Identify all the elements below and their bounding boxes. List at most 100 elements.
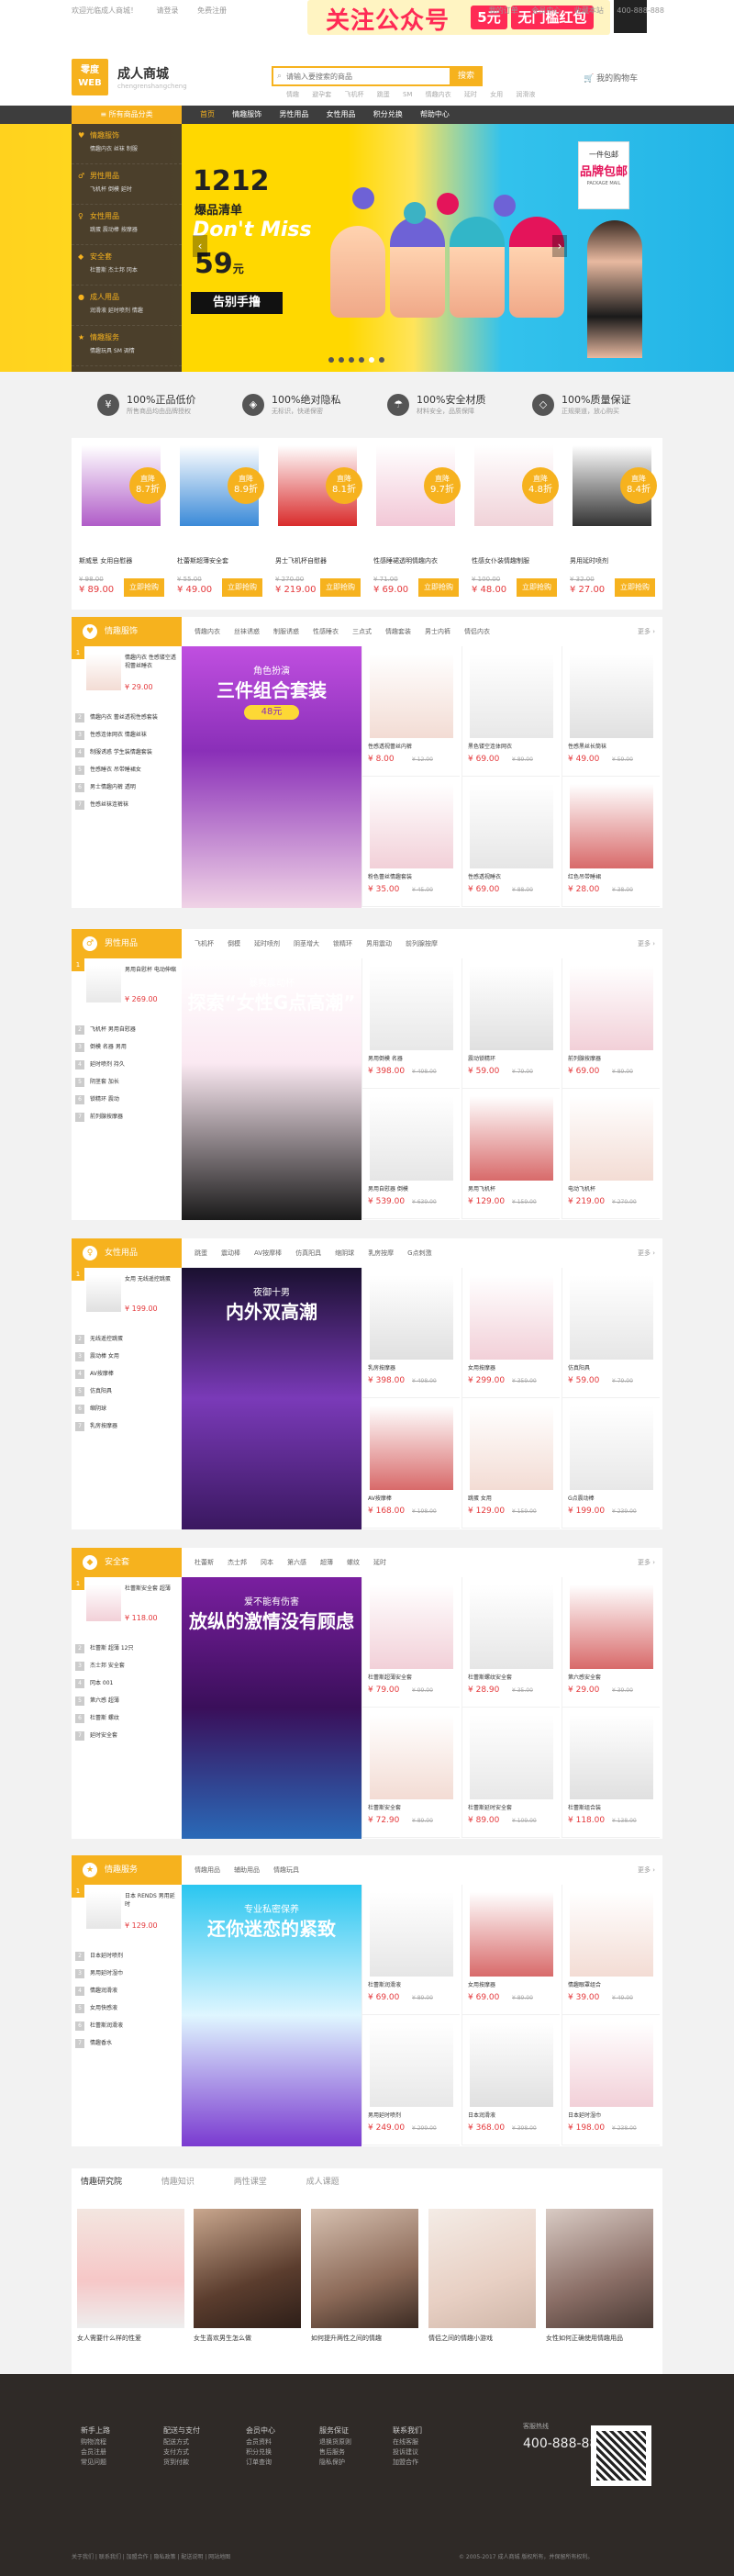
buy-now-button[interactable]: 立即抢购 <box>418 578 459 597</box>
hot-keyword[interactable]: 避孕套 <box>312 91 331 98</box>
floor-tab[interactable]: 锁精环 <box>333 940 352 947</box>
research-tab[interactable]: 两性课堂 <box>234 2178 267 2187</box>
floor-tab[interactable]: AV按摩棒 <box>254 1249 282 1257</box>
floor-tab[interactable]: 杰士邦 <box>228 1559 247 1566</box>
footer-link[interactable]: 隐私保护 <box>319 2458 384 2468</box>
floor-ad-banner[interactable]: 角色扮演 三件组合套装 48元 <box>182 646 361 908</box>
rank-item[interactable]: 4 冈本 001 <box>72 1674 182 1692</box>
rank-item[interactable]: 3 男用延时湿巾 <box>72 1965 182 1982</box>
rank-item[interactable]: 7 前列腺按摩器 <box>72 1108 182 1126</box>
footer-link[interactable]: 配送方式 <box>163 2437 228 2447</box>
top-product[interactable]: 1 杜蕾斯安全套 超薄 ¥ 118.00 <box>72 1577 182 1641</box>
top-product[interactable]: 1 女用 无线遥控跳蛋 ¥ 199.00 <box>72 1268 182 1332</box>
more-link[interactable]: 更多 › <box>638 617 655 646</box>
floor-tab[interactable]: 缩阴球 <box>335 1249 354 1257</box>
hot-keyword[interactable]: 飞机杯 <box>344 91 363 98</box>
rank-item[interactable]: 7 乳房按摩器 <box>72 1417 182 1435</box>
prev-slide-button[interactable]: ‹ <box>193 235 207 257</box>
footer-link[interactable]: 货到付款 <box>163 2458 228 2468</box>
product-card[interactable]: 乳房按摩器 ¥ 398.00 ¥ 498.00 <box>361 1268 460 1398</box>
rank-item[interactable]: 3 性感连体网衣 情趣丝袜 <box>72 726 182 744</box>
footer-link[interactable]: 加盟合作 <box>393 2458 457 2468</box>
floor-tab[interactable]: 情趣用品 <box>195 1866 220 1874</box>
hot-keyword[interactable]: 延时 <box>464 91 477 98</box>
site-logo[interactable]: 零度 WEB <box>72 59 108 95</box>
flash-sale-card[interactable]: 直降 8.9折 杜蕾斯超薄安全套 ¥ 55.00 ¥ 49.00 立即抢购 <box>170 438 268 610</box>
floor-tab[interactable]: 情趣玩具 <box>273 1866 299 1874</box>
rank-item[interactable]: 2 日本延时喷剂 <box>72 1947 182 1965</box>
floor-ad-banner[interactable]: 夜御十男 内外双高潮 <box>182 1268 361 1529</box>
rank-item[interactable]: 3 倒模 名器 男用 <box>72 1038 182 1056</box>
research-tab[interactable]: 情趣知识 <box>161 2178 195 2187</box>
floor-tab[interactable]: G点刺激 <box>407 1249 431 1257</box>
top-product[interactable]: 1 日本 RENDS 男用延时 ¥ 129.00 <box>72 1885 182 1949</box>
footer-link[interactable]: 常见问题 <box>81 2458 145 2468</box>
product-card[interactable]: 女用按摩器 ¥ 69.00 ¥ 89.00 <box>462 1885 560 2015</box>
article-card[interactable]: 如何提升两性之间的情趣 <box>311 2209 418 2343</box>
product-card[interactable]: 第六感安全套 ¥ 29.00 ¥ 39.00 <box>562 1577 660 1708</box>
rank-item[interactable]: 6 锁精环 震动 <box>72 1091 182 1108</box>
nav-lingerie[interactable]: 情趣服饰 <box>225 106 269 124</box>
search-button[interactable]: 搜索 <box>450 66 483 86</box>
product-card[interactable]: 性感透视蕾丝内裤 ¥ 8.00 ¥ 12.00 <box>361 646 460 777</box>
top-product[interactable]: 1 情趣内衣 性感镂空透视蕾丝睡衣 ¥ 29.00 <box>72 646 182 711</box>
rank-item[interactable]: 3 杰士邦 安全套 <box>72 1657 182 1674</box>
footer-link[interactable]: 会员资料 <box>246 2437 310 2447</box>
hot-keyword[interactable]: 跳蛋 <box>377 91 390 98</box>
product-card[interactable]: 前列腺按摩器 ¥ 69.00 ¥ 89.00 <box>562 958 660 1089</box>
rank-item[interactable]: 2 无线遥控跳蛋 <box>72 1330 182 1348</box>
footer-link[interactable]: 购物流程 <box>81 2437 145 2447</box>
top-product[interactable]: 1 男用自慰杯 电动伸缩 ¥ 269.00 <box>72 958 182 1023</box>
floor-tab[interactable]: 乳房按摩 <box>368 1249 394 1257</box>
cart-button[interactable]: 🛒 我的购物车 <box>584 72 638 84</box>
rank-item[interactable]: 4 情趣润滑液 <box>72 1982 182 1999</box>
rank-item[interactable]: 4 制服诱惑 学生装情趣套装 <box>72 744 182 761</box>
product-card[interactable]: 黑色镂空连体网衣 ¥ 69.00 ¥ 89.00 <box>462 646 560 777</box>
floor-tab[interactable]: 冈本 <box>261 1559 273 1566</box>
footer-link[interactable]: 积分兑换 <box>246 2447 310 2458</box>
product-card[interactable]: 情趣眼罩组合 ¥ 39.00 ¥ 49.00 <box>562 1885 660 2015</box>
rank-item[interactable]: 6 缩阴球 <box>72 1400 182 1417</box>
product-card[interactable]: 红色吊带睡裙 ¥ 28.00 ¥ 38.00 <box>562 777 660 907</box>
search-input[interactable] <box>273 68 411 84</box>
rank-item[interactable]: 5 第六感 超薄 <box>72 1692 182 1709</box>
product-card[interactable]: 震动锁精环 ¥ 59.00 ¥ 79.00 <box>462 958 560 1089</box>
floor-tab[interactable]: 延时喷剂 <box>254 940 280 947</box>
floor-tab[interactable]: 超薄 <box>320 1559 333 1566</box>
flash-sale-card[interactable]: 直降 8.1折 男士飞机杯自慰器 ¥ 270.00 ¥ 219.00 立即抢购 <box>268 438 366 610</box>
flash-sale-card[interactable]: 直降 4.8折 性感女仆装情趣制服 ¥ 100.00 ¥ 48.00 立即抢购 <box>464 438 562 610</box>
footer-link[interactable]: 投诉建议 <box>393 2447 457 2458</box>
more-link[interactable]: 更多 › <box>638 1238 655 1268</box>
floor-tab[interactable]: 阴茎增大 <box>294 940 319 947</box>
footer-link[interactable]: 会员注册 <box>81 2447 145 2458</box>
footer-link[interactable]: 退换货原则 <box>319 2437 384 2447</box>
product-card[interactable]: 电动飞机杯 ¥ 219.00 ¥ 270.00 <box>562 1089 660 1219</box>
slide-dot[interactable] <box>369 357 374 363</box>
footer-links[interactable]: 关于我们 | 联系我们 | 加盟合作 | 隐私政策 | 配送说明 | 网站地图 <box>72 2552 230 2560</box>
product-card[interactable]: 杜蕾斯超薄安全套 ¥ 79.00 ¥ 99.00 <box>361 1577 460 1708</box>
rank-item[interactable]: 4 延时喷剂 持久 <box>72 1056 182 1073</box>
flash-sale-card[interactable]: 直降 9.7折 性感睡裙透明情趣内衣 ¥ 71.00 ¥ 69.00 立即抢购 <box>366 438 464 610</box>
rank-item[interactable]: 7 性感丝袜连裤袜 <box>72 796 182 813</box>
next-slide-button[interactable]: › <box>552 235 567 257</box>
slide-dot[interactable] <box>328 357 334 363</box>
article-card[interactable]: 女人需要什么样的性爱 <box>77 2209 184 2343</box>
register-link[interactable]: 免费注册 <box>197 6 227 15</box>
buy-now-button[interactable]: 立即抢购 <box>615 578 655 597</box>
hot-keyword[interactable]: 情趣 <box>286 91 299 98</box>
floor-tab[interactable]: 前列腺按摩 <box>406 940 438 947</box>
rank-item[interactable]: 5 仿真阳具 <box>72 1383 182 1400</box>
hot-keyword[interactable]: 情趣内衣 <box>426 91 451 98</box>
footer-link[interactable]: 售后服务 <box>319 2447 384 2458</box>
product-card[interactable]: 性感黑丝长筒袜 ¥ 49.00 ¥ 59.00 <box>562 646 660 777</box>
floor-tab[interactable]: 男士内裤 <box>425 628 450 635</box>
product-card[interactable]: 杜蕾斯延时安全套 ¥ 89.00 ¥ 109.00 <box>462 1708 560 1838</box>
buy-now-button[interactable]: 立即抢购 <box>320 578 361 597</box>
footer-link[interactable]: 在线客服 <box>393 2437 457 2447</box>
footer-link[interactable]: 支付方式 <box>163 2447 228 2458</box>
buy-now-button[interactable]: 立即抢购 <box>222 578 262 597</box>
floor-tab[interactable]: 三点式 <box>352 628 372 635</box>
rank-item[interactable]: 2 飞机杯 男用自慰器 <box>72 1021 182 1038</box>
nav-help[interactable]: 帮助中心 <box>413 106 457 124</box>
footer-link[interactable]: 订单查询 <box>246 2458 310 2468</box>
